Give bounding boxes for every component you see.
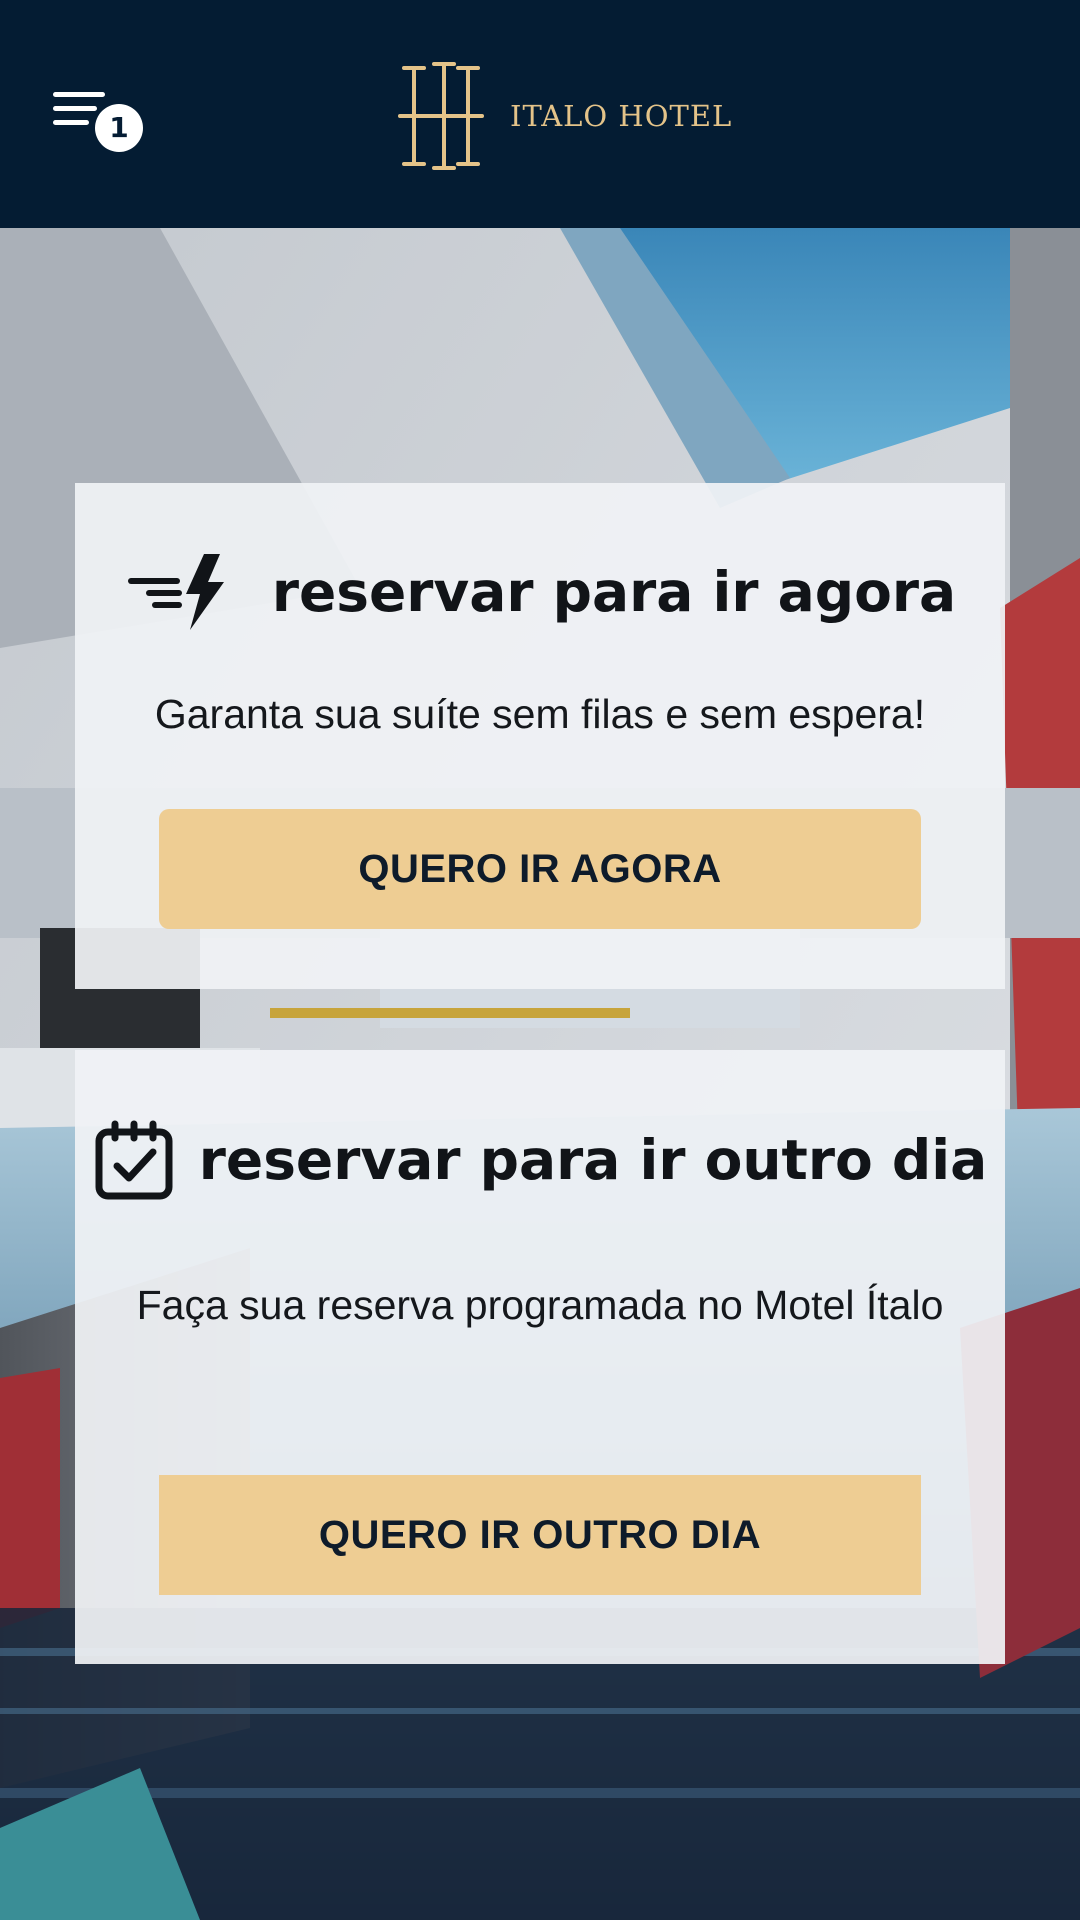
card-go-now-description: Garanta sua suíte sem filas e sem espera… [154, 691, 926, 737]
fast-lightning-icon [127, 554, 224, 630]
page: 1 ITALO HOTEL reservar para ir agora Gar… [0, 0, 1080, 1920]
menu-lines-icon [53, 92, 105, 97]
card-other-day: reservar para ir outro dia Faça sua rese… [75, 1050, 1005, 1664]
card-go-now: reservar para ir agora Garanta sua suíte… [75, 483, 1005, 989]
brand-name: ITALO HOTEL [510, 99, 733, 133]
card-other-day-heading: reservar para ir outro dia [75, 1110, 1005, 1210]
go-now-button[interactable]: QUERO IR AGORA [159, 809, 921, 929]
italo-hotel-monogram-logo [398, 62, 484, 170]
calendar-check-icon [95, 1120, 173, 1200]
brand-logo[interactable]: ITALO HOTEL [396, 60, 732, 172]
other-day-button[interactable]: QUERO IR OUTRO DIA [159, 1475, 921, 1595]
card-other-day-description: Faça sua reserva programada no Motel Íta… [136, 1282, 944, 1328]
card-other-day-title: reservar para ir outro dia [198, 1128, 988, 1192]
card-go-now-heading: reservar para ir agora [75, 547, 1005, 637]
card-go-now-title: reservar para ir agora [271, 560, 957, 624]
app-header: 1 ITALO HOTEL [0, 0, 1080, 228]
menu-badge-count: 1 [95, 104, 143, 152]
menu-button[interactable]: 1 [48, 86, 144, 156]
